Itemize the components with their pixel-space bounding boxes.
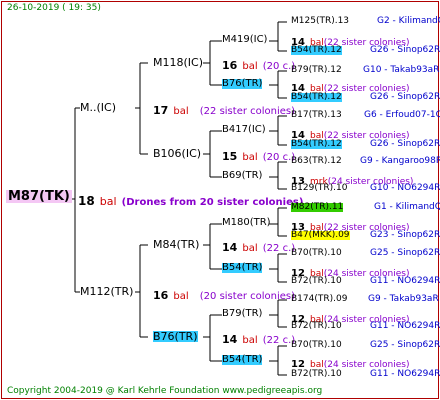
loc-b47: G23 - Sinop62R <box>370 230 440 240</box>
info-b54-b: 12 bal(24 sister colonies) <box>291 359 410 370</box>
node-b72-c[interactable]: B72(TR).10 <box>291 370 342 379</box>
loc-b72-b: G11 - NO6294R <box>370 321 440 331</box>
node-b79-12[interactable]: B79(TR).12 <box>291 66 342 75</box>
node-b72-a[interactable]: B72(TR).10 <box>291 277 342 286</box>
copyright-footer: Copyright 2004-2019 @ Karl Kehrle Founda… <box>7 386 323 396</box>
node-b63[interactable]: B63(TR).12 <box>291 157 342 166</box>
node-b70-b[interactable]: B70(TR).10 <box>291 341 342 350</box>
info-b106: 15 bal (20 c.) <box>222 150 296 163</box>
loc-m82: G1 - KilimandQ <box>374 202 440 212</box>
node-b54-12-b[interactable]: B54(TR).12 <box>291 93 342 102</box>
node-b17[interactable]: B17(TR).13 <box>291 111 342 120</box>
node-m84[interactable]: M84(TR) <box>153 239 199 250</box>
node-b54-b[interactable]: B54(TR) <box>222 355 263 365</box>
info-b76-tr: 14 bal (22 c.) <box>222 333 296 346</box>
node-b54-12-c[interactable]: B54(TR).12 <box>291 140 342 149</box>
node-m112[interactable]: M112(TR) <box>80 286 133 297</box>
node-b79[interactable]: B79(TR) <box>222 309 262 319</box>
node-m-ic[interactable]: M..(IC) <box>80 102 116 113</box>
node-b106[interactable]: B106(IC) <box>153 148 201 159</box>
node-b76-tr[interactable]: B76(TR) <box>153 331 198 342</box>
node-m118[interactable]: M118(IC) <box>153 57 203 68</box>
node-b47[interactable]: B47(MKK).09 <box>291 231 350 240</box>
root-info: 18 bal (Drones from 20 sister colonies) <box>78 194 304 208</box>
node-m82[interactable]: M82(TR).11 <box>291 203 344 212</box>
date-label: 26-10-2019 ( 19: 35) <box>7 3 101 13</box>
node-b76[interactable]: B76(TR) <box>222 79 263 89</box>
node-m419[interactable]: M419(IC) <box>222 35 267 45</box>
info-m112: 16 bal (20 sister colonies) <box>153 289 296 302</box>
node-b417[interactable]: B417(IC) <box>222 125 266 135</box>
loc-m125: G2 - KilimandQ <box>377 16 440 26</box>
loc-b174: G9 - Takab93aR <box>368 294 439 304</box>
node-b129[interactable]: B129(TR).10 <box>291 184 347 193</box>
node-b72-b[interactable]: B72(TR).10 <box>291 322 342 331</box>
loc-b17: G6 - Erfoud07-1Q <box>364 110 440 120</box>
root-queen[interactable]: M87(TK) <box>6 190 72 203</box>
info-m118: 16 bal (20 c.) <box>222 59 296 72</box>
loc-b72-c: G11 - NO6294R <box>370 369 440 379</box>
node-m125[interactable]: M125(TR).13 <box>291 17 349 26</box>
loc-b54-12-b: G26 - Sinop62R <box>370 92 440 102</box>
node-b174[interactable]: B174(TR).09 <box>291 295 347 304</box>
info-m84: 14 bal (22 c.) <box>222 241 296 254</box>
node-b54-12-a[interactable]: B54(TR).12 <box>291 46 342 55</box>
node-b69[interactable]: B69(TR) <box>222 171 262 181</box>
loc-b129: G10 - NO6294R <box>370 183 440 193</box>
loc-b54-12-c: G26 - Sinop62R <box>370 139 440 149</box>
node-b70-a[interactable]: B70(TR).10 <box>291 249 342 258</box>
loc-b70-b: G25 - Sinop62R <box>370 340 440 350</box>
loc-b72-a: G11 - NO6294R <box>370 276 440 286</box>
node-b54-a[interactable]: B54(TR) <box>222 263 263 273</box>
loc-b63: G9 - Kangaroo98R <box>360 156 440 166</box>
loc-b79-12: G10 - Takab93aR <box>363 65 440 75</box>
node-m180[interactable]: M180(TR) <box>222 218 271 228</box>
info-m-ic: 17 bal (22 sister colonies) <box>153 104 296 117</box>
loc-b70-a: G25 - Sinop62R <box>370 248 440 258</box>
loc-b54-12-a: G26 - Sinop62R <box>370 45 440 55</box>
